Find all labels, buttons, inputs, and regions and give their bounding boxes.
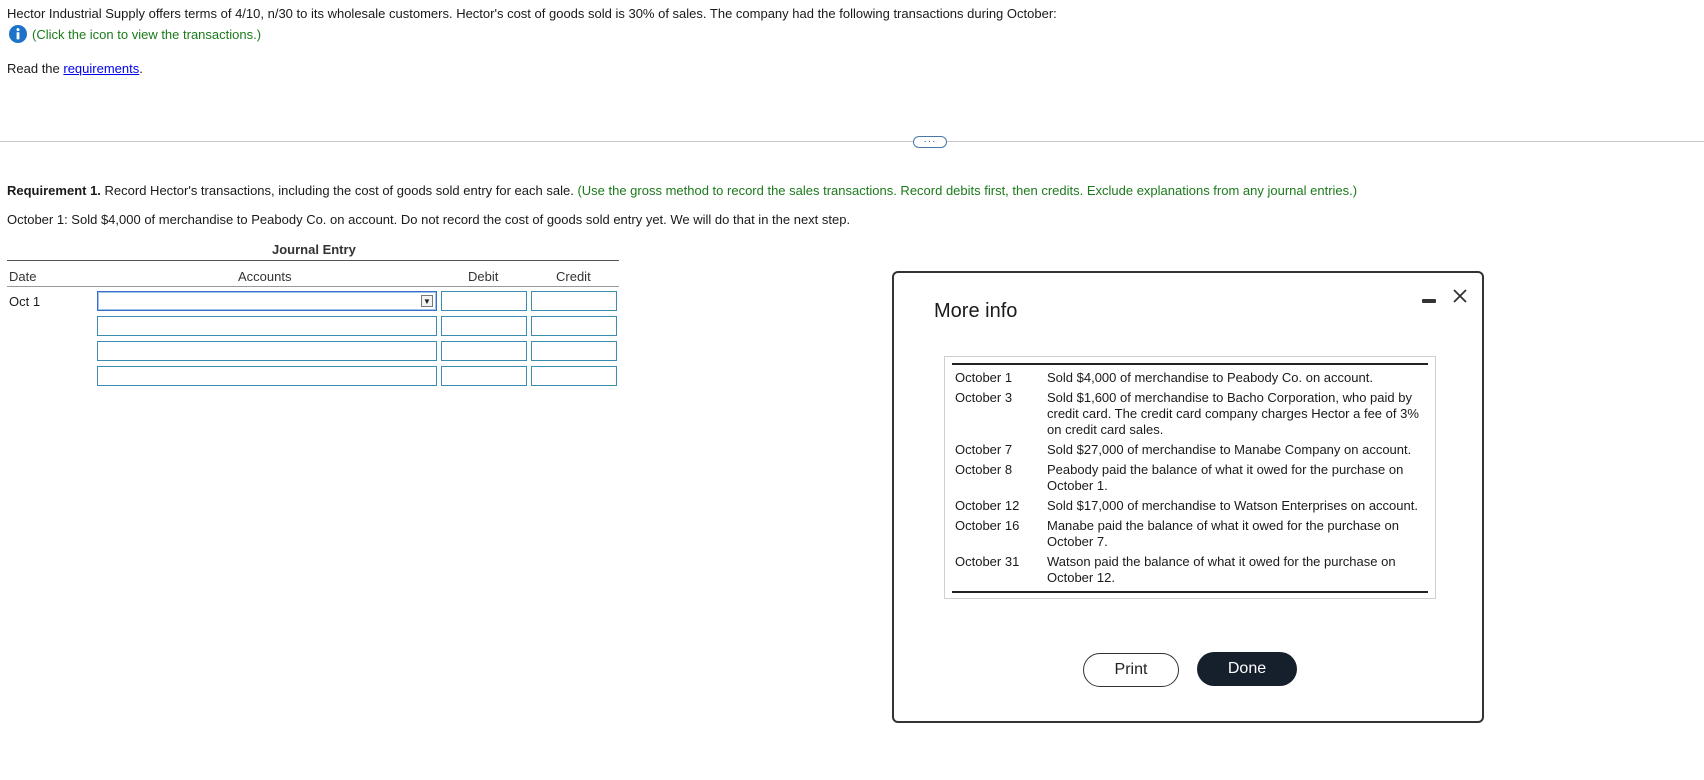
account-input-row-3[interactable] (97, 341, 437, 361)
account-select-row-1[interactable]: ▼ (97, 291, 437, 311)
more-info-dialog: More info October 1 Sold $4,000 of merch… (892, 271, 1484, 723)
transaction-date: October 16 (955, 518, 1020, 533)
read-prefix: Read the (7, 61, 64, 76)
transaction-date: October 12 (955, 498, 1020, 513)
print-button[interactable]: Print (1083, 653, 1179, 687)
debit-input-row-1[interactable] (441, 291, 527, 311)
requirement-text: Record Hector's transactions, including … (100, 183, 578, 198)
credit-input-row-1[interactable] (531, 291, 617, 311)
requirement-label: Requirement 1. (7, 183, 101, 198)
debit-column-header: Debit (468, 269, 499, 284)
transactions-link-row: (Click the icon to view the transactions… (9, 25, 261, 43)
requirements-link[interactable]: requirements (63, 61, 139, 76)
transaction-description: Sold $1,600 of merchandise to Bacho Corp… (1047, 390, 1419, 437)
debit-input-row-4[interactable] (441, 366, 527, 386)
credit-column-header: Credit (556, 269, 591, 284)
accounts-column-header: Accounts (238, 269, 292, 284)
close-icon[interactable] (1451, 287, 1469, 305)
done-button[interactable]: Done (1197, 652, 1297, 686)
credit-input-row-2[interactable] (531, 316, 617, 336)
requirement-note: (Use the gross method to record the sale… (577, 183, 1358, 198)
entry-date: Oct 1 (9, 294, 41, 309)
transaction-date: October 7 (955, 442, 1013, 457)
transaction-date: October 31 (955, 554, 1020, 569)
journal-header-rule (7, 260, 619, 261)
debit-input-row-2[interactable] (441, 316, 527, 336)
info-icon[interactable] (9, 25, 27, 43)
transaction-date: October 8 (955, 462, 1013, 477)
transaction-description: Sold $4,000 of merchandise to Peabody Co… (1047, 370, 1373, 385)
debit-input-row-3[interactable] (441, 341, 527, 361)
transaction-description: Manabe paid the balance of what it owed … (1047, 518, 1399, 549)
dialog-title: More info (934, 300, 1018, 322)
date-column-header: Date (9, 269, 37, 284)
transaction-date: October 3 (955, 390, 1013, 405)
credit-input-row-3[interactable] (531, 341, 617, 361)
transaction-description: Sold $27,000 of merchandise to Manabe Co… (1047, 442, 1412, 457)
minimize-icon[interactable] (1422, 299, 1436, 303)
transaction-date: October 1 (955, 370, 1013, 385)
transaction-description: Sold $17,000 of merchandise to Watson En… (1047, 498, 1418, 513)
intro-text: Hector Industrial Supply offers terms of… (7, 6, 1057, 21)
transaction-description: Peabody paid the balance of what it owed… (1047, 462, 1404, 493)
transaction-description: Watson paid the balance of what it owed … (1047, 554, 1396, 585)
journal-column-rule (7, 286, 619, 287)
credit-input-row-4[interactable] (531, 366, 617, 386)
click-icon-hint: (Click the icon to view the transactions… (32, 26, 262, 42)
step-instructions: October 1: Sold $4,000 of merchandise to… (7, 212, 851, 227)
transactions-table: October 1 Sold $4,000 of merchandise to … (944, 356, 1436, 599)
section-divider (0, 141, 1704, 142)
read-suffix: . (139, 61, 143, 76)
account-input-row-4[interactable] (97, 366, 437, 386)
collapse-toggle-button[interactable]: ··· (913, 136, 947, 148)
table-top-rule (952, 363, 1428, 365)
table-bottom-rule (952, 591, 1428, 593)
read-requirements-line: Read the requirements. (7, 61, 143, 76)
journal-entry-title: Journal Entry (272, 242, 356, 257)
account-input-row-2[interactable] (97, 316, 437, 336)
requirement-instructions: Requirement 1. Record Hector's transacti… (7, 183, 1357, 198)
dropdown-arrow-icon[interactable]: ▼ (421, 295, 433, 307)
